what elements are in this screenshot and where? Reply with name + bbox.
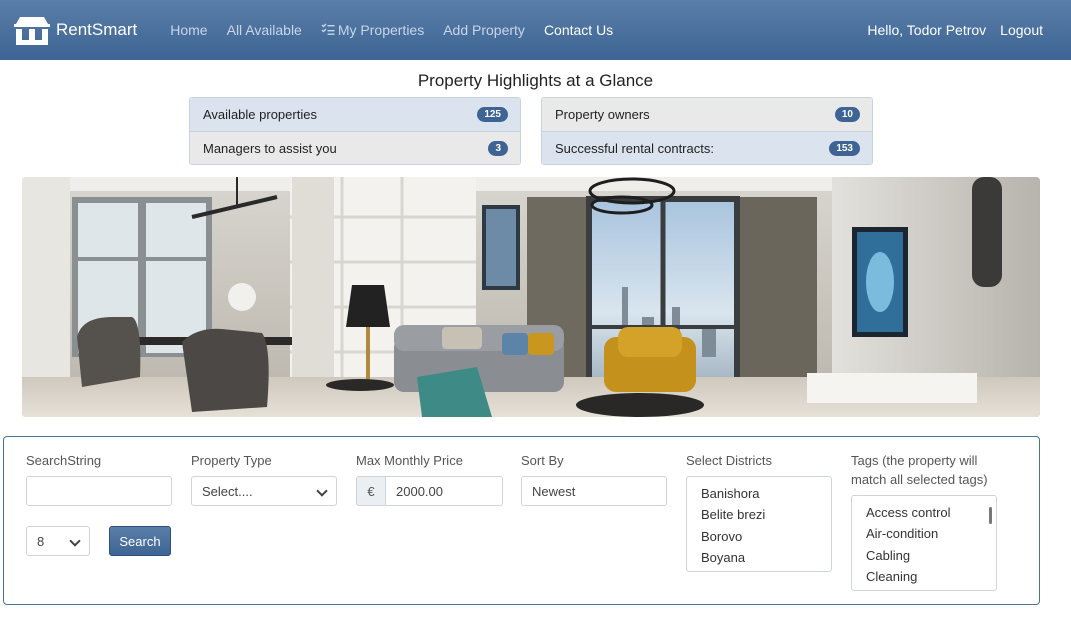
property-type-value: Select.... (202, 483, 253, 499)
highlight-label: Managers to assist you (203, 140, 337, 156)
count-badge: 10 (834, 107, 860, 122)
district-option[interactable]: Belite brezi (687, 504, 831, 525)
highlight-label: Available properties (203, 107, 317, 122)
chevron-down-icon (69, 535, 81, 547)
sort-by-label: Sort By (521, 453, 564, 468)
search-string-input[interactable] (26, 476, 172, 506)
user-greeting[interactable]: Hello, Todor Petrov (867, 22, 986, 38)
tag-option[interactable]: Air-condition (852, 523, 996, 544)
highlight-managers: Managers to assist you 3 (190, 131, 520, 164)
nav-add-property[interactable]: Add Property (443, 22, 525, 38)
tag-option[interactable]: Cabling (852, 545, 996, 566)
brand-name: RentSmart (56, 20, 138, 39)
tag-option[interactable]: Cleaning (852, 566, 996, 587)
highlight-available-properties: Available properties 125 (190, 98, 520, 131)
logout-link[interactable]: Logout (1000, 22, 1043, 38)
chevron-down-icon (316, 485, 328, 497)
highlight-rental-contracts: Successful rental contracts: 153 (542, 131, 872, 164)
property-type-select[interactable]: Select.... (191, 476, 337, 506)
nav-my-properties[interactable]: My Properties (321, 22, 424, 38)
per-page-value: 8 (37, 533, 45, 549)
tags-label-line2: match all selected tags) (851, 472, 988, 487)
highlight-label: Successful rental contracts: (555, 140, 714, 156)
nav-my-properties-label: My Properties (337, 22, 425, 38)
listbox-scrollbar[interactable] (989, 507, 992, 524)
max-price-label: Max Monthly Price (356, 453, 463, 468)
tags-listbox[interactable]: Access control Air-condition Cabling Cle… (851, 495, 997, 591)
highlights-title: Property Highlights at a Glance (417, 71, 654, 90)
brand[interactable]: RentSmart (12, 15, 137, 45)
district-option[interactable]: Banishora (687, 483, 831, 504)
sort-by-value: Newest (532, 483, 576, 499)
nav-home[interactable]: Home (170, 22, 207, 38)
search-string-label: SearchString (26, 453, 102, 468)
district-option[interactable]: Boyana (687, 547, 831, 568)
max-price-value: 2000.00 (396, 483, 443, 499)
count-badge: 153 (829, 140, 860, 156)
search-button[interactable]: Search (109, 526, 171, 556)
count-badge: 125 (477, 107, 508, 122)
highlight-label: Property owners (555, 107, 650, 122)
district-option[interactable]: Borovo (687, 526, 831, 547)
tag-option[interactable]: Access control (852, 502, 996, 523)
tags-label-line1: Tags (the property will (851, 453, 978, 468)
max-price-input[interactable]: 2000.00 (385, 476, 503, 506)
sort-by-select[interactable]: Newest (521, 476, 667, 506)
highlights-left-group: Available properties 125 Managers to ass… (189, 97, 521, 165)
nav-contact-us[interactable]: Contact Us (544, 22, 613, 38)
hero-image (22, 177, 1040, 417)
districts-label: Select Districts (686, 453, 772, 468)
currency-addon: € (356, 476, 386, 506)
navbar: RentSmart Home All Available My Properti… (0, 0, 1071, 60)
highlights-right-group: Property owners 10 Successful rental con… (541, 97, 873, 165)
highlight-property-owners: Property owners 10 (542, 98, 872, 131)
districts-listbox[interactable]: Banishora Belite brezi Borovo Boyana (686, 476, 832, 572)
nav-all-available[interactable]: All Available (227, 22, 302, 38)
property-type-label: Property Type (191, 453, 272, 468)
store-icon (12, 15, 52, 45)
count-badge: 3 (488, 140, 508, 156)
per-page-select[interactable]: 8 (26, 526, 90, 556)
checklist-icon (321, 22, 335, 38)
